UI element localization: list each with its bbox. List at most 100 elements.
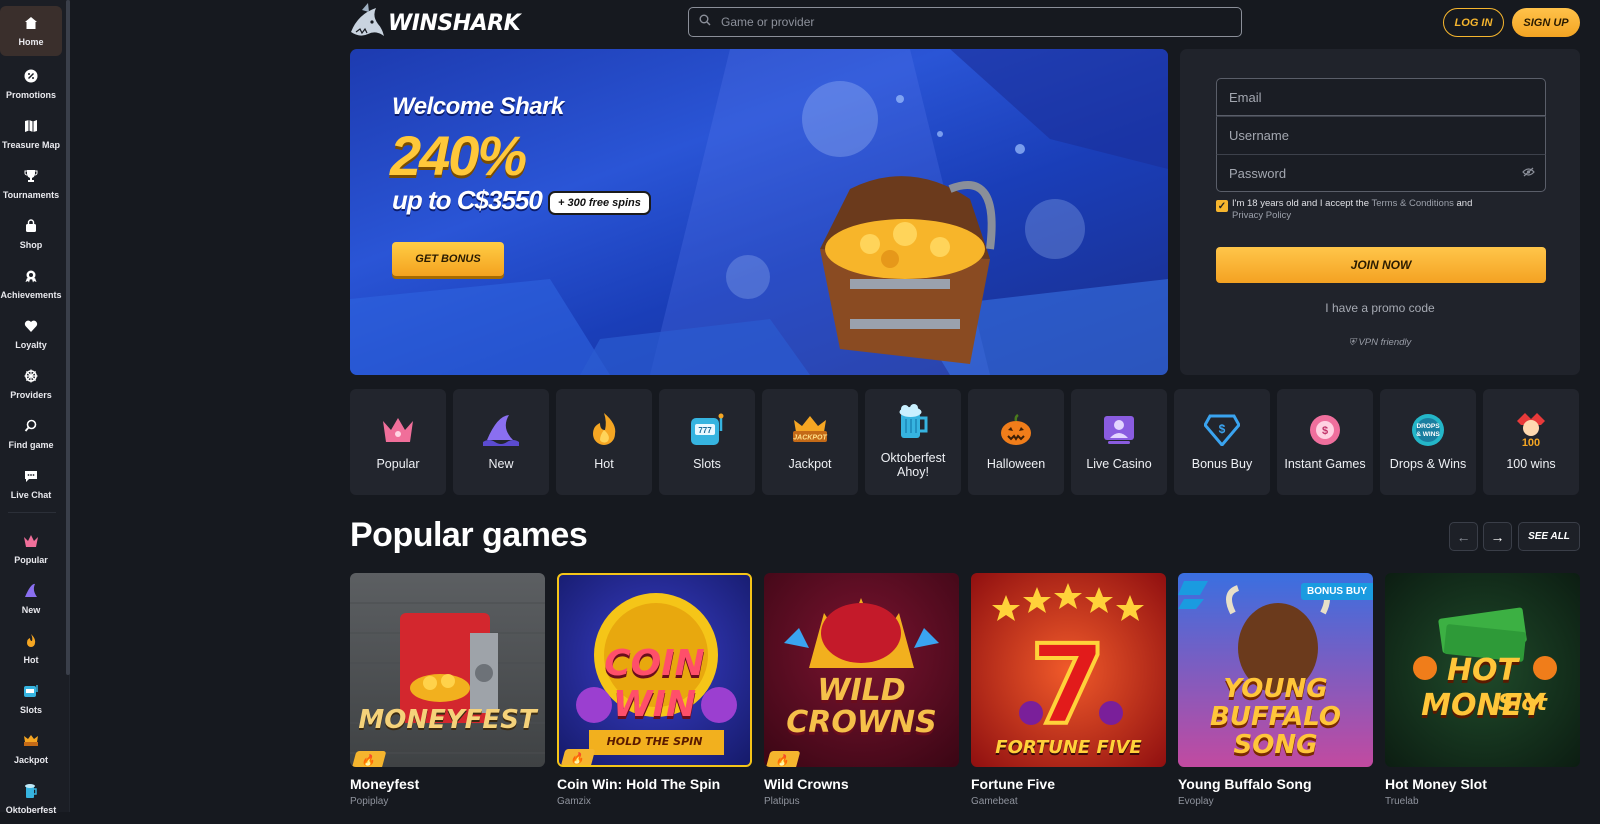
terms-link[interactable]: Terms & Conditions [1371,198,1453,209]
game-thumbnail[interactable]: BONUS BUY YOUNG BUFFALO SONG [1178,573,1373,767]
fire-icon: 🔥 [360,754,378,767]
sidebar-item-label: Loyalty [15,340,47,350]
arrow-right-icon: → [1490,528,1505,545]
eye-slash-icon[interactable] [1522,166,1535,180]
sidebar-scrollbar[interactable] [66,0,70,675]
fire-icon: 🔥 [774,754,792,767]
game-card[interactable]: MONEYFEST 🔥 Moneyfest Popiplay [350,573,545,813]
sidebar-item-providers[interactable]: Providers [0,359,62,409]
sidebar-category-slots[interactable]: Slots [0,674,62,724]
hero-title: Welcome Shark [392,93,564,120]
game-card[interactable]: BONUS BUY YOUNG BUFFALO SONG Young Buffa… [1178,573,1373,813]
category-live-casino[interactable]: Live Casino [1071,389,1167,495]
username-input[interactable] [1229,128,1509,143]
game-art-title: COIN WIN [604,643,705,725]
category-halloween[interactable]: Halloween [968,389,1064,495]
fire-icon [585,411,623,449]
game-name: Wild Crowns [764,776,849,792]
slot-machine-icon [23,683,39,699]
game-card[interactable]: 7 FORTUNE FIVE Fortune Five Gamebeat [971,573,1166,813]
join-now-button[interactable]: JOIN NOW [1216,247,1546,283]
category-label: Popular [376,457,420,471]
free-spins-badge: + 300 free spins [548,191,651,215]
sidebar-item-promotions[interactable]: Promotions [0,59,62,109]
privacy-policy-link[interactable]: Privacy Policy [1232,210,1291,221]
email-field[interactable] [1216,78,1546,116]
crown-icon [379,411,417,449]
password-input[interactable] [1229,165,1509,181]
get-bonus-button[interactable]: GET BONUS [392,242,504,276]
username-field[interactable] [1216,116,1546,154]
sidebar-item-label: Popular [14,555,48,565]
svg-text:JACKPOT: JACKPOT [793,435,827,442]
sidebar-item-shop[interactable]: Shop [0,209,62,259]
category-popular[interactable]: Popular [350,389,446,495]
pumpkin-icon [997,411,1035,449]
jester-icon: 100 [1512,411,1550,449]
sidebar-item-label: Achievements [0,290,62,300]
hero-banner[interactable]: Welcome Shark 240% up to C$3550 + 300 fr… [350,49,1168,375]
crown-icon [23,533,39,549]
game-card[interactable]: WILD CROWNS 🔥 Wild Crowns Platipus [764,573,959,813]
game-name: Coin Win: Hold The Spin [557,776,721,792]
category-label: Slots [693,457,721,471]
sidebar-category-new[interactable]: New [0,574,62,624]
game-thumbnail[interactable]: COIN WIN HOLD THE SPIN 🔥 [557,573,752,767]
category-jackpot[interactable]: JACKPOT Jackpot [762,389,858,495]
sidebar-item-loyalty[interactable]: Loyalty [0,309,62,359]
sidebar-category-oktoberfest[interactable]: Oktoberfest [0,774,62,824]
category-slots[interactable]: 777 Slots [659,389,755,495]
logo[interactable]: WINSHARK [348,2,521,44]
signup-button[interactable]: SIGN UP [1512,8,1580,37]
chat-icon [23,468,39,484]
sidebar-item-home[interactable]: Home [0,6,62,56]
hot-badge: 🔥 [765,751,801,767]
sidebar-category-popular[interactable]: Popular [0,524,62,574]
category-label: Instant Games [1284,457,1366,471]
age-terms-checkbox[interactable]: ✓ [1216,200,1228,212]
sidebar-item-tournaments[interactable]: Tournaments [0,159,62,209]
prev-arrow-button[interactable]: ← [1449,522,1478,551]
hot-badge: 🔥 [351,751,387,767]
game-thumbnail[interactable]: HOT MONEY Slot [1385,573,1580,767]
diamond-dollar-icon: $ [1203,411,1241,449]
instant-icon: $ [1306,411,1344,449]
sidebar-item-find-game[interactable]: Find game [0,409,62,459]
category-hot[interactable]: Hot [556,389,652,495]
game-card[interactable]: COIN WIN HOLD THE SPIN 🔥 Coin Win: Hold … [557,573,752,813]
password-field[interactable] [1216,154,1546,192]
email-input[interactable] [1229,89,1509,105]
live-dealer-icon [1100,411,1138,449]
registration-panel: ✓ I'm 18 years old and I accept the Term… [1180,49,1580,375]
sidebar-item-treasure-map[interactable]: Treasure Map [0,109,62,159]
next-arrow-button[interactable]: → [1483,522,1512,551]
category-drops-wins[interactable]: DROPS & WINS Drops & Wins [1380,389,1476,495]
sidebar-item-label: New [21,605,41,615]
sidebar-item-label: Shop [19,240,43,250]
sidebar-item-achievements[interactable]: Achievements [0,259,62,309]
game-thumbnail[interactable]: WILD CROWNS 🔥 [764,573,959,767]
search-icon [23,418,39,434]
game-thumbnail[interactable]: MONEYFEST 🔥 [350,573,545,767]
game-name: Moneyfest [350,776,420,792]
category-oktoberfest[interactable]: Oktoberfest Ahoy! [865,389,961,495]
sidebar-item-live-chat[interactable]: Live Chat [0,459,62,509]
category-100-wins[interactable]: 100 100 wins [1483,389,1579,495]
category-label: Live Casino [1086,457,1152,471]
login-button[interactable]: LOG IN [1443,8,1504,37]
see-all-button[interactable]: SEE ALL [1518,522,1580,551]
game-card[interactable]: HOT MONEY Slot Hot Money Slot Truelab [1385,573,1580,813]
category-new[interactable]: New [453,389,549,495]
category-instant-games[interactable]: $ Instant Games [1277,389,1373,495]
category-label: 100 wins [1506,457,1556,471]
game-art-subtitle: Slot [1497,691,1548,716]
game-thumbnail[interactable]: 7 FORTUNE FIVE [971,573,1166,767]
sidebar-category-hot[interactable]: Hot [0,624,62,674]
search-bar[interactable] [688,7,1242,37]
category-label: Jackpot [788,457,832,471]
search-input[interactable] [721,15,1201,29]
promo-code-link[interactable]: I have a promo code [1180,301,1580,315]
category-bonus-buy[interactable]: $ Bonus Buy [1174,389,1270,495]
game-art-title: WILD CROWNS [786,673,937,740]
sidebar-category-jackpot[interactable]: Jackpot [0,724,62,774]
